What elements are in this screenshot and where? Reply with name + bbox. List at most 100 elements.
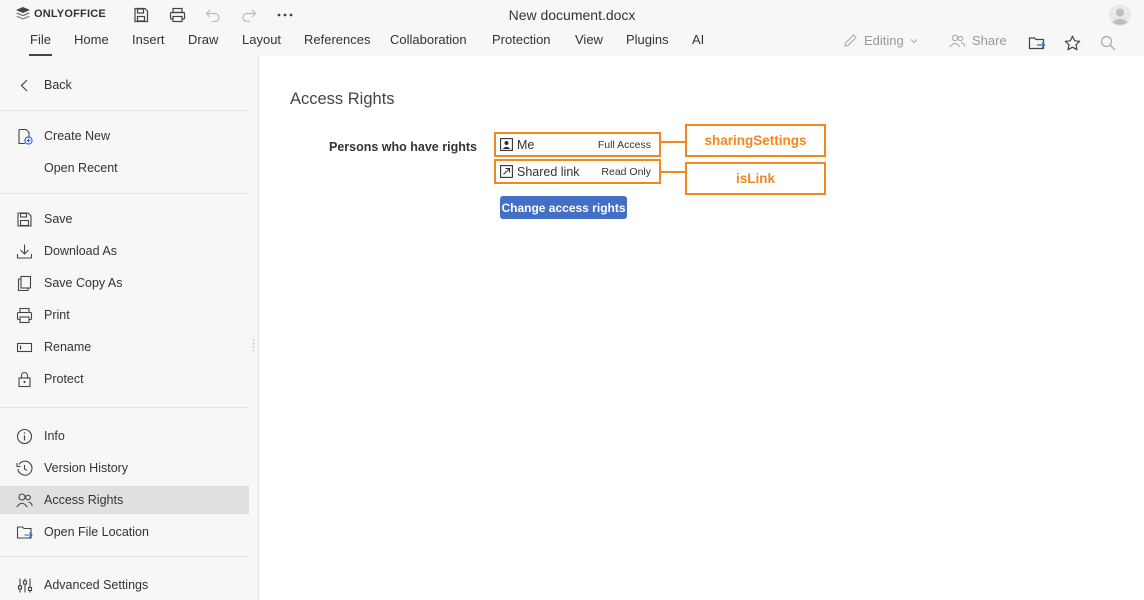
sidebar-item-label: Create New bbox=[44, 129, 110, 143]
tab-references[interactable]: References bbox=[304, 32, 370, 54]
change-access-rights-button[interactable]: Change access rights bbox=[500, 196, 627, 219]
panel-resize-handle[interactable] bbox=[252, 338, 255, 352]
lock-icon bbox=[18, 372, 31, 388]
sidebar-item-download-as[interactable]: Download As bbox=[0, 237, 249, 265]
tab-plugins[interactable]: Plugins bbox=[626, 32, 669, 54]
sidebar-item-create-new[interactable]: Create New bbox=[0, 122, 249, 150]
undo-icon bbox=[205, 9, 220, 22]
more-button[interactable] bbox=[274, 5, 296, 25]
tab-ai[interactable]: AI bbox=[692, 32, 704, 54]
folder-arrow-icon bbox=[1028, 37, 1046, 50]
document-title: New document.docx bbox=[508, 7, 636, 23]
print-icon bbox=[169, 7, 185, 23]
star-icon bbox=[1064, 35, 1080, 51]
sidebar-item-open-recent[interactable]: Open Recent bbox=[0, 154, 249, 182]
print-button[interactable] bbox=[166, 5, 188, 25]
sidebar-item-advanced-settings[interactable]: Advanced Settings bbox=[0, 571, 249, 599]
editing-mode-dropdown[interactable]: Editing bbox=[843, 33, 918, 48]
search-button[interactable] bbox=[1098, 33, 1118, 53]
tab-file[interactable]: File bbox=[29, 32, 52, 56]
sidebar-item-protect[interactable]: Protect bbox=[0, 365, 249, 393]
save-icon bbox=[134, 7, 149, 23]
share-users-icon bbox=[949, 34, 966, 47]
sidebar-item-label: Rename bbox=[44, 340, 92, 354]
menu-divider bbox=[0, 193, 249, 194]
tab-layout[interactable]: Layout bbox=[242, 32, 281, 54]
open-location-button[interactable] bbox=[1027, 33, 1047, 53]
arrow-left-icon bbox=[20, 79, 28, 92]
users-icon bbox=[16, 493, 33, 508]
sidebar-item-rename[interactable]: Rename bbox=[0, 333, 249, 361]
redo-icon bbox=[242, 9, 257, 22]
menu-divider bbox=[0, 407, 249, 408]
menu-divider bbox=[0, 556, 249, 557]
sidebar-item-label: Save bbox=[44, 212, 73, 226]
create-new-icon bbox=[18, 128, 33, 145]
folder-icon bbox=[16, 526, 33, 539]
back-button[interactable]: Back bbox=[0, 71, 249, 99]
user-avatar-icon bbox=[1109, 4, 1131, 26]
brand-name: ONLYOFFICE bbox=[34, 7, 106, 20]
search-icon bbox=[1100, 35, 1116, 51]
onlyoffice-logo-icon bbox=[16, 7, 30, 20]
undo-button[interactable] bbox=[202, 5, 224, 25]
page-title: Access Rights bbox=[290, 90, 395, 108]
rights-permission: Read Only bbox=[601, 166, 651, 178]
save-copy-icon bbox=[17, 275, 32, 292]
menu-divider bbox=[0, 110, 249, 111]
rights-user-name: Me bbox=[517, 138, 535, 152]
rights-row-me: Me Full Access bbox=[494, 132, 661, 157]
sidebar-item-open-file-location[interactable]: Open File Location bbox=[0, 518, 249, 546]
persons-label: Persons who have rights bbox=[329, 140, 477, 154]
sidebar-item-version-history[interactable]: Version History bbox=[0, 454, 249, 482]
tab-draw[interactable]: Draw bbox=[188, 32, 218, 54]
user-avatar[interactable] bbox=[1109, 4, 1131, 26]
info-icon bbox=[16, 428, 33, 445]
user-icon bbox=[500, 138, 513, 151]
sidebar-item-label: Download As bbox=[44, 244, 117, 258]
title-bar: ONLYOFFICE New document.docx File Home I… bbox=[0, 0, 1144, 56]
sidebar-item-label: Save Copy As bbox=[44, 276, 123, 290]
chevron-down-icon bbox=[910, 38, 918, 43]
sidebar-item-label: Access Rights bbox=[44, 493, 124, 507]
sidebar-item-label: Info bbox=[44, 429, 65, 443]
link-icon bbox=[500, 165, 513, 178]
favorite-button[interactable] bbox=[1062, 33, 1082, 53]
more-icon bbox=[277, 13, 293, 17]
callout-is-link: isLink bbox=[685, 162, 826, 195]
sidebar-item-save-copy-as[interactable]: Save Copy As bbox=[0, 269, 249, 297]
rights-user-name: Shared link bbox=[517, 165, 580, 179]
save-icon bbox=[17, 212, 32, 227]
sidebar-item-label: Version History bbox=[44, 461, 129, 475]
callout-connector bbox=[661, 171, 685, 173]
sidebar-item-label: Protect bbox=[44, 372, 84, 386]
sidebar-item-print[interactable]: Print bbox=[0, 301, 249, 329]
pencil-icon bbox=[844, 34, 857, 47]
sidebar-item-label: Print bbox=[44, 308, 70, 322]
sidebar-item-access-rights[interactable]: Access Rights bbox=[0, 486, 249, 514]
rights-row-shared-link: Shared link Read Only bbox=[494, 159, 661, 184]
tab-view[interactable]: View bbox=[575, 32, 603, 54]
editing-mode-label: Editing bbox=[864, 33, 904, 48]
sidebar-item-label: Advanced Settings bbox=[44, 578, 149, 592]
redo-button[interactable] bbox=[238, 5, 260, 25]
tab-insert[interactable]: Insert bbox=[132, 32, 165, 54]
sliders-icon bbox=[17, 578, 33, 593]
file-menu-panel: Back Create New Open Recent Save Downloa… bbox=[0, 56, 259, 600]
print-icon bbox=[16, 307, 33, 324]
save-button[interactable] bbox=[130, 5, 152, 25]
sidebar-item-info[interactable]: Info bbox=[0, 422, 249, 450]
share-label: Share bbox=[972, 33, 1007, 48]
sidebar-item-save[interactable]: Save bbox=[0, 205, 249, 233]
back-label: Back bbox=[44, 78, 72, 92]
rights-permission: Full Access bbox=[597, 139, 651, 151]
download-icon bbox=[16, 244, 33, 259]
rename-icon bbox=[16, 342, 33, 353]
tab-home[interactable]: Home bbox=[74, 32, 109, 54]
sidebar-item-label: Open File Location bbox=[44, 525, 149, 539]
history-icon bbox=[16, 460, 33, 476]
tab-collaboration[interactable]: Collaboration bbox=[390, 32, 467, 54]
share-button[interactable]: Share bbox=[949, 33, 1007, 48]
brand-logo: ONLYOFFICE bbox=[16, 7, 106, 20]
tab-protection[interactable]: Protection bbox=[492, 32, 551, 54]
